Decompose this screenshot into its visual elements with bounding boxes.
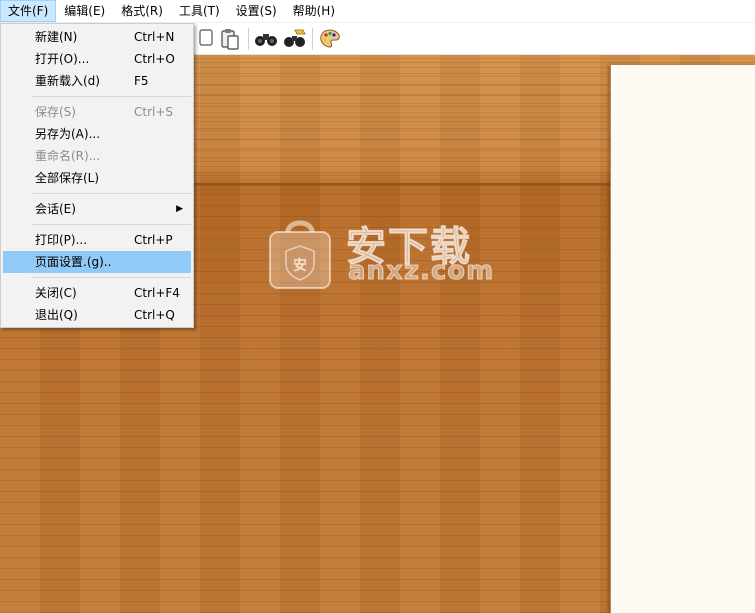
menu-item-print[interactable]: 打印(P)... Ctrl+P <box>3 229 191 251</box>
menu-item-close[interactable]: 关闭(C) Ctrl+F4 <box>3 282 191 304</box>
menu-item-shortcut: F5 <box>134 74 149 88</box>
menu-item-reload[interactable]: 重新载入(d) F5 <box>3 70 191 92</box>
menu-item-label: 新建(N) <box>35 30 78 44</box>
menu-item-label: 打开(O)... <box>35 52 90 66</box>
menu-item-label: 页面设置.(g).. <box>35 255 112 269</box>
menu-item-session[interactable]: 会话(E) ▶ <box>3 198 191 220</box>
menu-settings[interactable]: 设置(S) <box>228 0 285 22</box>
palette-icon[interactable] <box>317 26 343 52</box>
find-replace-icon[interactable] <box>282 26 308 52</box>
menu-item-shortcut: Ctrl+S <box>134 105 174 119</box>
menu-item-exit[interactable]: 退出(Q) Ctrl+Q <box>3 304 191 326</box>
menu-separator <box>31 224 191 225</box>
menu-item-label: 会话(E) <box>35 202 76 216</box>
menu-bar: 文件(F) 编辑(E) 格式(R) 工具(T) 设置(S) 帮助(H) <box>0 0 755 23</box>
find-binoculars-icon[interactable] <box>253 26 279 52</box>
menu-item-save-all[interactable]: 全部保存(L) <box>3 167 191 189</box>
watermark-badge: 安 <box>293 257 307 274</box>
menu-separator <box>31 193 191 194</box>
menu-item-new[interactable]: 新建(N) Ctrl+N <box>3 26 191 48</box>
menu-item-shortcut: Ctrl+Q <box>134 308 175 322</box>
menu-separator <box>31 277 191 278</box>
menu-format[interactable]: 格式(R) <box>113 0 171 22</box>
menu-item-label: 关闭(C) <box>35 286 77 300</box>
menu-item-label: 重新载入(d) <box>35 74 100 88</box>
menu-item-shortcut: Ctrl+P <box>134 233 173 247</box>
submenu-arrow-icon: ▶ <box>176 204 183 214</box>
menu-item-label: 全部保存(L) <box>35 171 100 185</box>
menu-item-page-setup[interactable]: 页面设置.(g).. <box>3 251 191 273</box>
menu-item-rename: 重命名(R)... <box>3 145 191 167</box>
menu-edit[interactable]: 编辑(E) <box>56 0 113 22</box>
menu-item-save-as[interactable]: 另存为(A)... <box>3 123 191 145</box>
watermark-shield-icon: 安 <box>269 220 331 289</box>
menu-item-label: 另存为(A)... <box>35 127 101 141</box>
paste-icon[interactable] <box>217 26 243 52</box>
menu-item-label: 重命名(R)... <box>35 149 101 163</box>
menu-item-save: 保存(S) Ctrl+S <box>3 101 191 123</box>
menu-tools[interactable]: 工具(T) <box>171 0 228 22</box>
menu-file[interactable]: 文件(F) <box>0 0 57 22</box>
menu-item-label: 保存(S) <box>35 105 76 119</box>
menu-separator <box>31 96 191 97</box>
menu-help[interactable]: 帮助(H) <box>285 0 343 22</box>
copy-icon[interactable] <box>192 26 218 52</box>
watermark: 安 安下载 anxz.com <box>268 210 494 290</box>
menu-item-label: 退出(Q) <box>35 308 78 322</box>
menu-item-open[interactable]: 打开(O)... Ctrl+O <box>3 48 191 70</box>
menu-item-shortcut: Ctrl+F4 <box>134 286 180 300</box>
menu-item-shortcut: Ctrl+N <box>134 30 175 44</box>
menu-item-label: 打印(P)... <box>35 233 88 247</box>
watermark-subtitle: anxz.com <box>347 256 495 287</box>
menu-item-shortcut: Ctrl+O <box>134 52 175 66</box>
file-menu-dropdown: 新建(N) Ctrl+N 打开(O)... Ctrl+O 重新载入(d) F5 … <box>0 23 194 328</box>
document-page[interactable] <box>610 65 755 613</box>
